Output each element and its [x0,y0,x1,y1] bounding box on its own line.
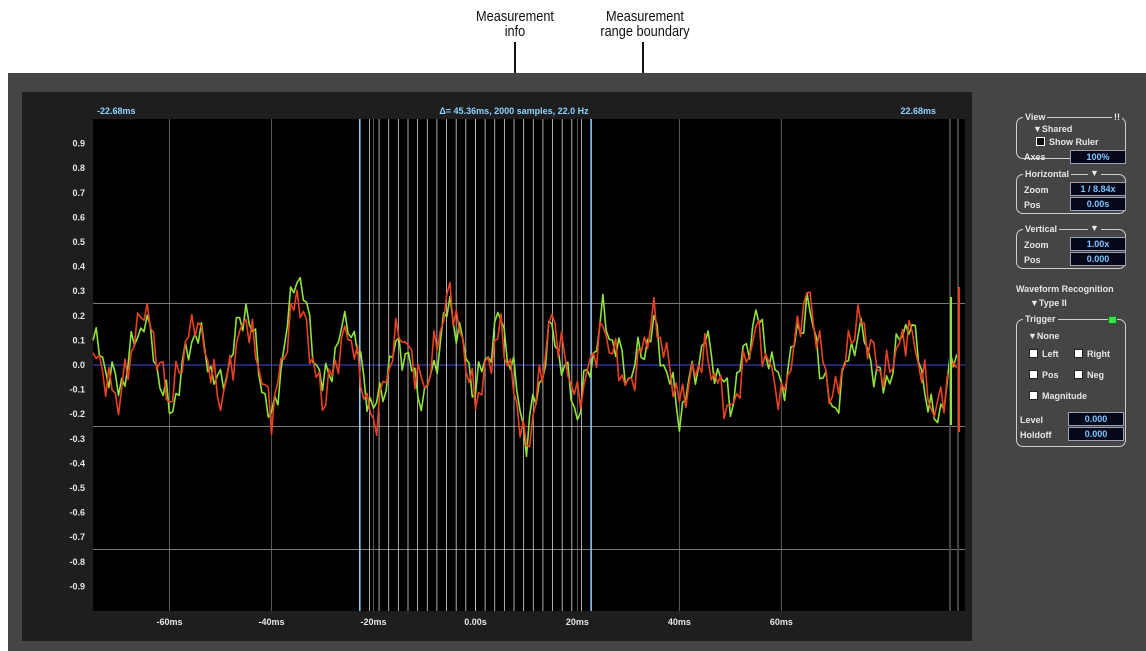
x-tick-label: 60ms [770,617,793,627]
trigger-right-label: Right [1087,349,1110,359]
trigger-panel-title: Trigger [1023,314,1058,324]
y-tick-label: -0.4 [69,458,85,468]
horizontal-pos-field[interactable]: 0.00s [1070,197,1126,211]
trigger-status-led [1108,316,1117,324]
horizontal-zoom-label: Zoom [1024,185,1049,195]
y-tick-label: 0.8 [72,163,85,173]
waveform-plot[interactable]: 0.9 0.8 0.7 0.6 0.5 0.4 0.3 0.2 0.1 0.0 -0.1 -0.2 -0… [22,92,972,641]
trigger-pos-checkbox[interactable] [1029,370,1038,379]
x-tick-label: 0.00s [464,617,487,627]
trigger-mode-label: None [1036,331,1060,341]
trigger-magnitude-label: Magnitude [1042,391,1087,401]
show-ruler-checkbox[interactable] [1036,137,1045,146]
trigger-mode-dropdown[interactable]: ▼None [1028,331,1059,341]
view-collapse-icon[interactable]: !! [1112,112,1122,122]
waveform-recognition-title: Waveform Recognition [1016,284,1114,294]
recognition-type-label: Type II [1038,298,1067,308]
y-tick-label: 0.5 [72,237,85,247]
y-tick-label: -0.9 [69,581,85,591]
view-mode-dropdown[interactable]: ▼Shared [1033,124,1072,134]
view-mode-label: Shared [1041,124,1073,134]
y-tick-label: -0.7 [69,532,85,542]
axes-field[interactable]: 100% [1070,150,1126,164]
plot-frame: 0.9 0.8 0.7 0.6 0.5 0.4 0.3 0.2 0.1 0.0 -0.1 -0.2 -0… [22,92,972,641]
measurement-left-time: -22.68ms [97,106,136,116]
trigger-neg-label: Neg [1087,370,1105,380]
x-tick-label: -40ms [258,617,284,627]
view-panel-title: View [1023,112,1048,122]
vertical-zoom-label: Zoom [1024,240,1049,250]
measurement-info: Δ= 45.36ms, 2000 samples, 22.0 Hz [439,106,589,116]
horizontal-panel-title: Horizontal [1023,169,1071,179]
x-tick-label: -20ms [360,617,386,627]
trigger-level-field[interactable]: 0.000 [1068,412,1124,426]
y-tick-label: 0.7 [72,188,85,198]
trigger-left-checkbox[interactable] [1029,349,1038,358]
horizontal-pos-label: Pos [1024,200,1041,210]
vertical-panel-title: Vertical [1023,224,1060,234]
y-tick-label: 0.9 [72,139,85,149]
vertical-zoom-field[interactable]: 1.00x [1070,237,1126,251]
trigger-neg-checkbox[interactable] [1074,370,1083,379]
x-tick-label: 40ms [668,617,691,627]
level-meter-red [958,287,960,432]
x-tick-label: -60ms [156,617,182,627]
vertical-pos-label: Pos [1024,255,1041,265]
y-tick-label: -0.1 [69,385,85,395]
level-meter-green [950,297,952,425]
y-tick-label: 0.6 [72,212,85,222]
show-ruler-label: Show Ruler [1049,137,1099,147]
y-tick-label: -0.6 [69,508,85,518]
horizontal-chevron-icon[interactable]: ▼ [1088,168,1101,178]
vertical-pos-field[interactable]: 0.000 [1070,252,1126,266]
y-tick-label: -0.8 [69,557,85,567]
trigger-magnitude-checkbox[interactable] [1029,391,1038,400]
scope-window: 0.9 0.8 0.7 0.6 0.5 0.4 0.3 0.2 0.1 0.0 -0.1 -0.2 -0… [8,73,1146,651]
y-tick-label: 0.0 [72,360,85,370]
horizontal-zoom-field[interactable]: 1 / 8.84x [1070,182,1126,196]
x-tick-label: 20ms [566,617,589,627]
trigger-right-checkbox[interactable] [1074,349,1083,358]
recognition-type-dropdown[interactable]: ▼Type II [1030,298,1067,308]
vertical-chevron-icon[interactable]: ▼ [1088,223,1101,233]
trigger-holdoff-field[interactable]: 0.000 [1068,427,1124,441]
y-tick-label: 0.1 [72,335,85,345]
trigger-level-label: Level [1020,415,1044,425]
annotation-measurement-info: Measurement info [476,8,554,40]
y-tick-label: -0.3 [69,434,85,444]
trigger-holdoff-label: Holdoff [1020,430,1052,440]
y-tick-label: 0.2 [72,311,85,321]
y-tick-label: -0.5 [69,483,85,493]
y-tick-label: 0.4 [72,262,85,272]
trigger-left-label: Left [1042,349,1059,359]
measurement-right-time: 22.68ms [900,106,936,116]
trigger-pos-label: Pos [1042,370,1059,380]
y-tick-label: -0.2 [69,409,85,419]
annotation-range-boundary: Measurement range boundary [600,8,690,40]
y-tick-label: 0.3 [72,286,85,296]
axes-label: Axes [1024,152,1046,162]
